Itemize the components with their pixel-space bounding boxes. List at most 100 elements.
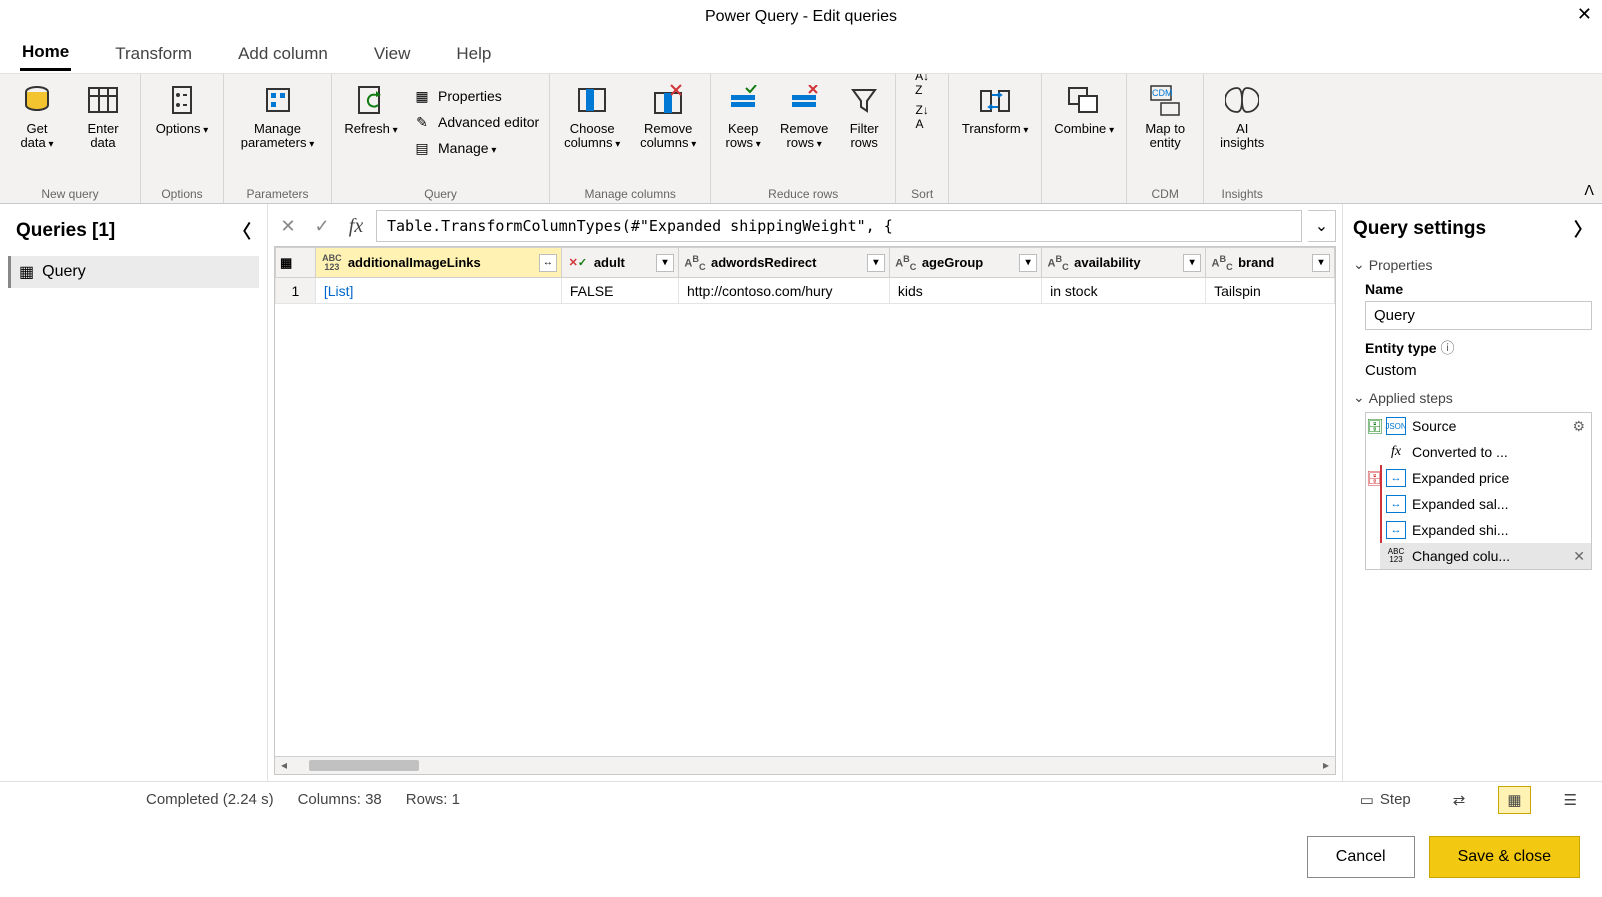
applied-steps-list: 🗄 JSON Source ⚙ fx Converted to ... 🗄 ↔ … (1365, 412, 1592, 570)
map-to-entity-button[interactable]: CDM Map toentity (1133, 78, 1197, 154)
refresh-button[interactable]: Refresh (338, 78, 404, 142)
type-bool-icon: ✕✓ (566, 256, 590, 269)
save-close-button[interactable]: Save & close (1429, 836, 1580, 878)
delete-step-icon[interactable]: ✕ (1573, 548, 1585, 565)
filter-dropdown-icon[interactable]: ▾ (656, 254, 674, 272)
get-data-button[interactable]: Getdata (6, 78, 68, 156)
type-text-icon: ABC (1046, 254, 1070, 272)
ai-insights-button[interactable]: AIinsights (1210, 78, 1274, 154)
queries-panel: Queries [1] 〈 ▦ Query (0, 204, 268, 781)
column-header-ageGroup[interactable]: ABCageGroup▾ (889, 248, 1041, 278)
scroll-right-icon[interactable]: ▸ (1323, 758, 1329, 772)
data-preview: ✕ ✓ fx Table.TransformColumnTypes(#"Expa… (268, 204, 1342, 781)
status-completed: Completed (2.24 s) (146, 791, 274, 808)
choose-columns-button[interactable]: Choosecolumns (556, 78, 628, 156)
filter-dropdown-icon[interactable]: ▾ (1312, 254, 1330, 272)
chevron-left-icon[interactable]: 〈 (233, 218, 251, 244)
sort-icon: A↓Z Z↓A (904, 82, 940, 118)
column-header-brand[interactable]: ABCbrand▾ (1206, 248, 1335, 278)
step-view-button[interactable]: ▭Step (1351, 786, 1420, 814)
tab-transform[interactable]: Transform (113, 38, 194, 70)
horizontal-scrollbar[interactable]: ◂ ▸ (275, 756, 1335, 774)
cancel-button[interactable]: Cancel (1307, 836, 1415, 878)
window-title: Power Query - Edit queries (705, 8, 897, 26)
tab-help[interactable]: Help (454, 38, 493, 70)
expand-step-icon: ↔ (1386, 469, 1406, 487)
applied-steps-header[interactable]: ⌄Applied steps (1353, 389, 1592, 406)
table-view-button[interactable]: ▦ (1498, 786, 1530, 814)
manage-button[interactable]: ▤Manage (408, 136, 500, 160)
properties-button[interactable]: ▦Properties (408, 84, 506, 108)
type-text-icon: ABC (1210, 254, 1234, 272)
scroll-thumb[interactable] (309, 760, 419, 771)
expand-step-icon: ↔ (1386, 521, 1406, 539)
tab-home[interactable]: Home (20, 36, 71, 71)
query-name-input[interactable] (1365, 301, 1592, 330)
status-rows: Rows: 1 (406, 791, 460, 808)
ribbon-group-sort: A↓Z Z↓A Sort (896, 74, 949, 203)
refresh-icon (353, 82, 389, 118)
filter-dropdown-icon[interactable]: ▾ (1183, 254, 1201, 272)
enter-data-button[interactable]: Enterdata (72, 78, 134, 154)
expand-step-icon: ↔ (1386, 495, 1406, 513)
filter-dropdown-icon[interactable]: ▾ (867, 254, 885, 272)
step-source[interactable]: 🗄 JSON Source ⚙ (1380, 413, 1591, 439)
step-expanded-sal[interactable]: ↔ Expanded sal... (1380, 491, 1591, 517)
advanced-editor-button[interactable]: ✎Advanced editor (408, 110, 543, 134)
sort-button[interactable]: A↓Z Z↓A (902, 78, 942, 122)
properties-icon: ▦ (412, 86, 432, 106)
column-header-adult[interactable]: ✕✓adult▾ (561, 248, 678, 278)
options-button[interactable]: Options (147, 78, 217, 142)
step-changed-colu[interactable]: ABC123 Changed colu... ✕ (1380, 543, 1591, 569)
expand-icon[interactable]: ↔ (539, 254, 557, 272)
cancel-formula-icon[interactable]: ✕ (274, 212, 302, 240)
column-header-availability[interactable]: ABCavailability▾ (1042, 248, 1206, 278)
type-abc123-icon: ABC123 (320, 254, 344, 272)
column-header-additionalImageLinks[interactable]: ABC123additionalImageLinks↔ (315, 248, 561, 278)
title-bar: Power Query - Edit queries ✕ (0, 0, 1602, 34)
combine-button[interactable]: Combine (1048, 78, 1120, 142)
fx-icon: fx (1386, 443, 1406, 461)
commit-formula-icon[interactable]: ✓ (308, 212, 336, 240)
scroll-left-icon[interactable]: ◂ (281, 758, 287, 772)
info-icon[interactable]: ⓘ (1440, 340, 1454, 356)
transform-button[interactable]: Transform (955, 78, 1035, 142)
list-link[interactable]: [List] (324, 283, 354, 299)
row-header-corner[interactable]: ▦ (276, 248, 316, 278)
type-abc123-icon: ABC123 (1386, 547, 1406, 565)
close-icon[interactable]: ✕ (1577, 4, 1592, 25)
formula-input[interactable]: Table.TransformColumnTypes(#"Expanded sh… (376, 210, 1302, 242)
filter-dropdown-icon[interactable]: ▾ (1019, 254, 1037, 272)
transform-icon (977, 82, 1013, 118)
ribbon-group-combine: Combine (1042, 74, 1127, 203)
tab-view[interactable]: View (372, 38, 413, 70)
table-row[interactable]: 1 [List] FALSE http://contoso.com/hury k… (276, 278, 1335, 304)
collapse-ribbon-icon[interactable]: ᐱ (1584, 182, 1594, 199)
tab-add-column[interactable]: Add column (236, 38, 330, 70)
chevron-right-icon[interactable]: 〉 (1574, 216, 1592, 242)
row-number: 1 (276, 278, 316, 304)
remove-columns-button[interactable]: Removecolumns (632, 78, 704, 156)
dialog-footer: Cancel Save & close (0, 817, 1602, 897)
step-expanded-shi[interactable]: ↔ Expanded shi... (1380, 517, 1591, 543)
data-grid: ▦ ABC123additionalImageLinks↔ ✕✓adult▾ A… (274, 246, 1336, 775)
ribbon-group-insights: AIinsights Insights (1204, 74, 1280, 203)
gear-icon[interactable]: ⚙ (1572, 418, 1585, 435)
manage-parameters-button[interactable]: Manageparameters (230, 78, 325, 156)
properties-section-header[interactable]: ⌄Properties (1353, 256, 1592, 273)
fx-icon[interactable]: fx (342, 212, 370, 240)
remove-rows-button[interactable]: Removerows (773, 78, 835, 156)
formula-dropdown-icon[interactable]: ⌄ (1308, 210, 1336, 242)
query-list-item[interactable]: ▦ Query (8, 256, 259, 288)
step-expanded-price[interactable]: 🗄 ↔ Expanded price (1380, 465, 1591, 491)
filter-rows-button[interactable]: Filterrows (839, 78, 889, 154)
column-header-adwordsRedirect[interactable]: ABCadwordsRedirect▾ (678, 248, 889, 278)
remove-rows-icon (786, 82, 822, 118)
editor-icon: ✎ (412, 112, 432, 132)
schema-view-button[interactable]: ☰ (1555, 786, 1586, 814)
diagram-view-button[interactable]: ⇄ (1444, 786, 1475, 814)
combine-icon (1066, 82, 1102, 118)
step-converted[interactable]: fx Converted to ... (1380, 439, 1591, 465)
ribbon-group-manage-columns: Choosecolumns Removecolumns Manage colum… (550, 74, 711, 203)
keep-rows-button[interactable]: Keeprows (717, 78, 769, 156)
